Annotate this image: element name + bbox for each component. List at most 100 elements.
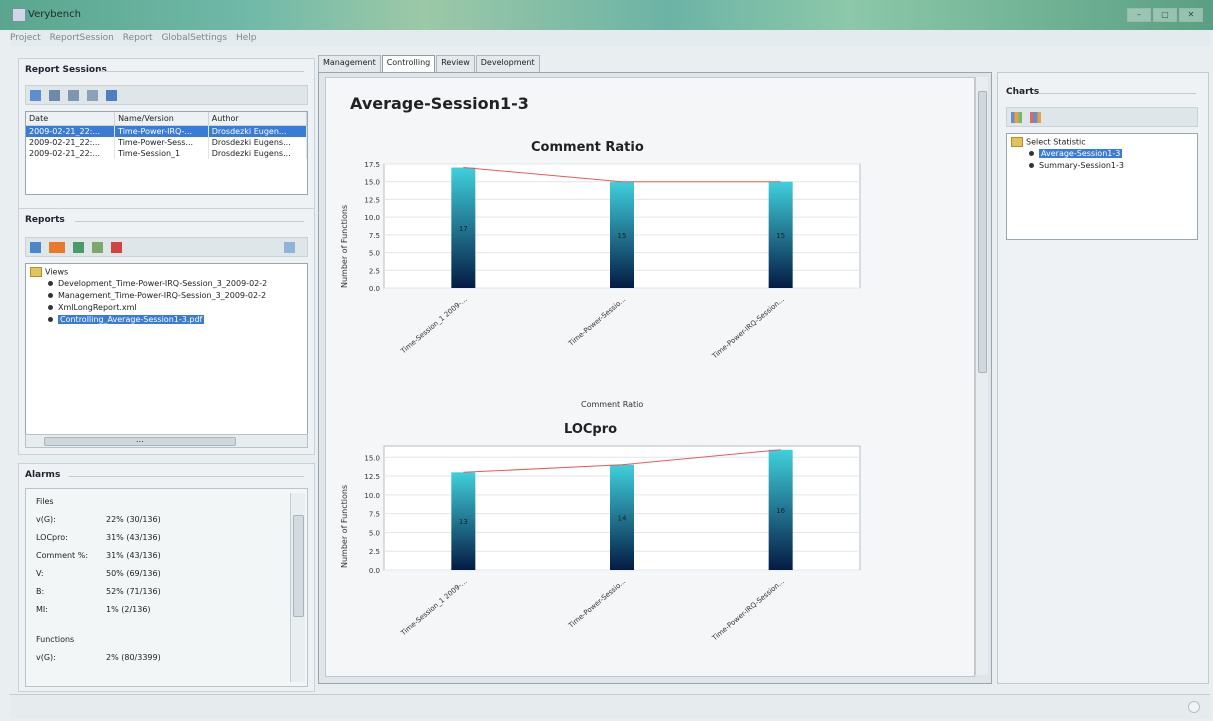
- alarm-label: MI:: [36, 605, 48, 614]
- cell-author: Drosdezki Eugens...: [208, 137, 308, 148]
- bar-value-label: 17: [459, 225, 468, 233]
- y-tick-label: 0.0: [369, 285, 380, 293]
- tree-item[interactable]: Development_Time-Power-IRQ-Session_3_200…: [48, 279, 267, 288]
- column-date[interactable]: Date: [26, 112, 116, 126]
- tab-development[interactable]: Development: [475, 55, 540, 72]
- tree-root-label: Select Statistic: [1026, 137, 1086, 147]
- cell-date: 2009-02-21_22:...: [26, 148, 116, 159]
- column-name-version[interactable]: Name/Version: [114, 112, 209, 126]
- menu-project[interactable]: Project: [10, 33, 41, 43]
- export-icon[interactable]: [73, 241, 84, 253]
- menu-bar: Project ReportSession Report GlobalSetti…: [10, 30, 1210, 46]
- y-axis-label: Number of Functions: [340, 484, 349, 568]
- y-tick-label: 15.0: [364, 179, 380, 187]
- comment-ratio-chart: 0.0 2.5 5.0 7.5 10.0 12.5 15.0 17.5 17 Time-Sessi…: [364, 161, 861, 361]
- bullet-icon: [1029, 151, 1034, 156]
- open-session-icon[interactable]: [49, 89, 60, 101]
- cell-name: Time-Session_1: [114, 148, 209, 159]
- bar-value-label: 14: [618, 514, 627, 522]
- bullet-icon: [48, 281, 53, 286]
- scroll-thumb[interactable]: [978, 91, 987, 373]
- tree-item-label: Management_Time-Power-IRQ-Session_3_2009…: [58, 291, 267, 300]
- xml-report-icon[interactable]: [49, 241, 65, 253]
- statistics-tree: Select Statistic Average-Session1-3 Summ…: [1006, 133, 1198, 240]
- column-author[interactable]: Author: [208, 112, 308, 126]
- table-row[interactable]: 2009-02-21_22:... Time-Power-Sess... Dro…: [26, 137, 308, 148]
- y-tick-label: 7.5: [369, 511, 380, 519]
- charts-toolbar: [1006, 107, 1198, 127]
- tree-root-views[interactable]: Views: [30, 267, 68, 277]
- x-axis-label: Comment Ratio: [581, 400, 644, 409]
- document-icon[interactable]: [284, 241, 295, 253]
- table-icon[interactable]: [92, 241, 103, 253]
- y-tick-label: 2.5: [369, 548, 380, 556]
- report-sessions-title: Report Sessions: [25, 65, 107, 75]
- menu-report[interactable]: Report: [123, 33, 153, 43]
- alarms-title: Alarms: [25, 470, 61, 480]
- charts-title: Charts: [1006, 87, 1040, 97]
- new-session-icon[interactable]: [30, 89, 41, 101]
- tree-item-label: XmlLongReport.xml: [58, 303, 137, 312]
- bar-chart-icon[interactable]: [1011, 111, 1022, 123]
- save-session-icon[interactable]: [68, 89, 79, 101]
- page-title: Average-Session1-3: [350, 94, 529, 113]
- y-tick-label: 10.0: [364, 492, 380, 500]
- alarm-value: 1% (2/136): [106, 605, 151, 614]
- y-tick-label: 2.5: [369, 267, 380, 275]
- x-tick-label: Time-Power-Sessio...: [566, 577, 627, 630]
- divider: [99, 71, 304, 72]
- cell-name: Time-Power-IRQ-...: [114, 125, 209, 137]
- cell-author: Drosdezki Eugen...: [208, 125, 308, 137]
- reports-title: Reports: [25, 215, 65, 225]
- main-vertical-scrollbar[interactable]: [975, 77, 988, 675]
- alarm-row: v(G): 2% (80/3399): [36, 653, 161, 662]
- y-tick-label: 5.0: [369, 250, 380, 258]
- alarm-row: V: 50% (69/136): [36, 569, 161, 578]
- pdf-icon[interactable]: [111, 241, 122, 253]
- y-tick-label: 10.0: [364, 214, 380, 222]
- menu-globalsettings[interactable]: GlobalSettings: [161, 33, 227, 43]
- alarm-label: Comment %:: [36, 551, 89, 560]
- alarm-value: 31% (43/136): [106, 533, 161, 542]
- tree-root-select-statistic[interactable]: Select Statistic: [1011, 137, 1086, 147]
- x-tick-label: Time-Session_1 2009-...: [399, 295, 469, 355]
- cell-author: Drosdezki Eugens...: [208, 148, 308, 159]
- tab-controlling[interactable]: Controlling: [381, 55, 436, 72]
- tree-item[interactable]: XmlLongReport.xml: [48, 303, 137, 312]
- tree-item[interactable]: Management_Time-Power-IRQ-Session_3_2009…: [48, 291, 266, 300]
- tab-review[interactable]: Review: [436, 55, 475, 72]
- sessions-toolbar: [25, 85, 308, 105]
- menu-help[interactable]: Help: [236, 33, 257, 43]
- alarm-row: MI: 1% (2/136): [36, 605, 151, 614]
- reports-tree: Views Development_Time-Power-IRQ-Session…: [25, 263, 308, 435]
- alarms-vertical-scrollbar[interactable]: [290, 493, 305, 682]
- chart-report-icon[interactable]: [30, 241, 41, 253]
- alarm-row: v(G): 22% (30/136): [36, 515, 161, 524]
- tree-item[interactable]: Summary-Session1-3: [1029, 161, 1124, 170]
- main-panel: Average-Session1-3 Comment Ratio Number …: [318, 72, 992, 684]
- alarm-value: 2% (80/3399): [106, 653, 161, 662]
- folder-icon: [1011, 137, 1023, 147]
- y-tick-label: 17.5: [364, 161, 380, 169]
- delete-session-icon[interactable]: [87, 89, 98, 101]
- status-indicator-icon: [1188, 701, 1200, 713]
- reports-horizontal-scrollbar[interactable]: ...: [25, 434, 308, 448]
- scroll-thumb[interactable]: [293, 515, 304, 617]
- menu-reportsession[interactable]: ReportSession: [50, 33, 114, 43]
- table-row[interactable]: 2009-02-21_22:... Time-Power-IRQ-... Dro…: [26, 125, 308, 137]
- folder-icon: [30, 267, 42, 277]
- minimize-button[interactable]: –: [1127, 8, 1151, 22]
- stacked-chart-icon[interactable]: [1030, 111, 1041, 123]
- title-bar: Verybench – ▢ ✕: [0, 0, 1213, 30]
- tab-management[interactable]: Management: [318, 55, 381, 72]
- tree-item-selected[interactable]: Controlling_Average-Session1-3.pdf: [48, 315, 205, 324]
- alarm-value: 31% (43/136): [106, 551, 161, 560]
- alarm-value: 22% (30/136): [106, 515, 161, 524]
- tree-item-selected[interactable]: Average-Session1-3: [1029, 149, 1123, 158]
- table-row[interactable]: 2009-02-21_22:... Time-Session_1 Drosdez…: [26, 148, 308, 159]
- close-button[interactable]: ✕: [1179, 8, 1203, 22]
- refresh-session-icon[interactable]: [106, 89, 117, 101]
- maximize-button[interactable]: ▢: [1153, 8, 1177, 22]
- bar-value-label: 15: [776, 232, 785, 240]
- window-title: Verybench: [28, 9, 81, 20]
